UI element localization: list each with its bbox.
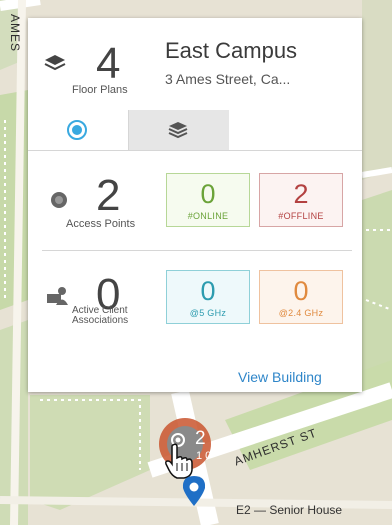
- layers-icon: [44, 55, 66, 71]
- online-label: #ONLINE: [187, 211, 229, 221]
- tab-access-points[interactable]: [28, 110, 129, 151]
- access-point-icon: [67, 120, 87, 140]
- ghz24-stat[interactable]: 0 @2.4 GHz: [259, 270, 343, 324]
- view-building-link[interactable]: View Building: [238, 369, 322, 385]
- marker-sub: 1 0: [196, 450, 212, 462]
- ghz5-label: @5 GHz: [189, 308, 227, 318]
- tab-floor-layers[interactable]: [129, 110, 229, 151]
- location-pin-icon[interactable]: [181, 475, 207, 507]
- access-points-label: Access Points: [66, 218, 136, 230]
- floor-plans-count: 4: [96, 39, 121, 88]
- place-label: E2 — Senior House: [236, 503, 343, 517]
- row-divider: [42, 250, 352, 251]
- client-device-icon: [47, 287, 68, 305]
- street-label-ames: AMES: [8, 14, 22, 53]
- tab-divider: [28, 150, 362, 151]
- ghz24-label: @2.4 GHz: [278, 308, 324, 318]
- building-name: East Campus: [165, 38, 298, 63]
- card-header: 4 Floor Plans East Campus 3 Ames Street,…: [28, 18, 362, 106]
- access-point-icon: [51, 192, 67, 208]
- ghz5-stat[interactable]: 0 @5 GHz: [166, 270, 250, 324]
- building-address: 3 Ames Street, Ca...: [165, 71, 291, 87]
- access-points-count: 2: [96, 171, 121, 220]
- marker-count: 2: [195, 428, 206, 449]
- floor-plans-label: Floor Plans: [72, 84, 128, 96]
- offline-value: 2: [293, 179, 309, 209]
- offline-stat[interactable]: 2 #OFFLINE: [259, 173, 343, 227]
- offline-label: #OFFLINE: [278, 211, 324, 221]
- online-value: 0: [200, 179, 216, 209]
- client-associations-label-2: Associations: [72, 315, 129, 326]
- building-info-card: 4 Floor Plans East Campus 3 Ames Street,…: [28, 18, 362, 392]
- ghz24-value: 0: [293, 276, 309, 306]
- online-stat[interactable]: 0 #ONLINE: [166, 173, 250, 227]
- ghz5-value: 0: [200, 276, 216, 306]
- hand-cursor-icon: [165, 443, 193, 479]
- layers-icon: [168, 122, 188, 139]
